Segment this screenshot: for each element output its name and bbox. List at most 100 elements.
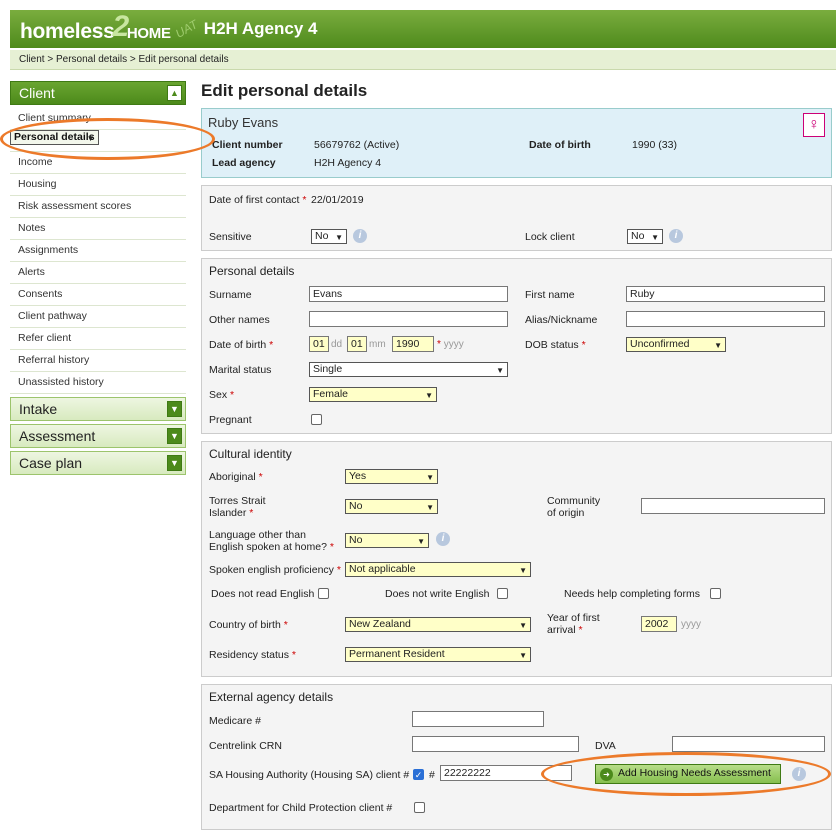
external-agency-heading: External agency details: [209, 690, 334, 704]
other-names-label: Other names: [209, 314, 270, 326]
lock-client-label: Lock client: [525, 231, 575, 243]
hash-label: #: [429, 769, 435, 781]
sidebar-section-intake[interactable]: Intake ▼: [10, 397, 186, 421]
needs-help-label: Needs help completing forms: [564, 588, 700, 600]
sidebar-item-housing[interactable]: Housing: [10, 174, 186, 196]
client-name: Ruby Evans: [208, 115, 279, 130]
proficiency-label: Spoken english proficiency *: [209, 564, 341, 576]
uat-badge: UAT: [172, 17, 200, 41]
sidebar-section-client[interactable]: Client ▲: [10, 81, 186, 105]
country-of-birth-label: Country of birth *: [209, 619, 288, 631]
expand-icon[interactable]: ▼: [167, 455, 182, 471]
torres-strait-select[interactable]: No: [345, 499, 438, 514]
sidebar-item-consents[interactable]: Consents: [10, 284, 186, 306]
dva-input[interactable]: [672, 736, 825, 752]
sidebar-item-notes[interactable]: Notes: [10, 218, 186, 240]
not-read-english-checkbox[interactable]: [318, 588, 329, 599]
sex-select[interactable]: Female: [309, 387, 437, 402]
sidebar: Client▲ Client summaryPersonal details Co…: [10, 81, 186, 478]
lead-agency-label: Lead agency: [212, 157, 276, 169]
pregnant-checkbox[interactable]: [311, 414, 322, 425]
agency-name: H2H Agency 4: [203, 19, 318, 38]
sensitive-label: Sensitive: [209, 231, 252, 243]
language-select[interactable]: No: [345, 533, 429, 548]
torres-strait-label: Torres Strait Islander *: [209, 495, 266, 519]
sex-label: Sex *: [209, 389, 235, 401]
yyyy-hint: * yyyy: [437, 339, 464, 350]
personal-details-panel: Personal details Surname Evans First nam…: [201, 258, 832, 434]
alias-label: Alias/Nickname: [525, 314, 598, 326]
info-icon[interactable]: i: [353, 229, 367, 243]
dob-month-input[interactable]: 01: [347, 336, 367, 352]
sidebar-section-case-plan[interactable]: Case plan ▼: [10, 451, 186, 475]
child-protection-checkbox[interactable]: [414, 802, 425, 813]
marital-status-select[interactable]: Single: [309, 362, 508, 377]
client-summary-panel: Ruby Evans Client number 56679762 (Activ…: [201, 108, 832, 178]
sa-housing-number-input[interactable]: 22222222: [440, 765, 572, 781]
dob-status-label: DOB status *: [525, 339, 586, 351]
country-of-birth-select[interactable]: New Zealand: [345, 617, 531, 632]
sa-housing-label: SA Housing Authority (Housing SA) client…: [209, 769, 410, 781]
medicare-label: Medicare #: [209, 715, 261, 727]
first-contact-panel: Date of first contact * 22/01/2019 Sensi…: [201, 185, 832, 251]
expand-icon[interactable]: ▼: [167, 401, 182, 417]
other-names-input[interactable]: [309, 311, 508, 327]
dob-summary: 1990 (33): [632, 139, 677, 151]
page-title: Edit personal details: [201, 81, 368, 100]
surname-label: Surname: [209, 289, 252, 301]
collapse-icon[interactable]: ▲: [167, 85, 182, 101]
not-write-english-checkbox[interactable]: [497, 588, 508, 599]
language-label: Language other than English spoken at hom…: [209, 529, 334, 553]
dob-label: Date of birth *: [209, 339, 274, 351]
personal-details-heading: Personal details: [209, 264, 295, 278]
year-of-arrival-input[interactable]: 2002: [641, 616, 677, 632]
aboriginal-label: Aboriginal *: [209, 471, 263, 483]
sidebar-item-assignments[interactable]: Assignments: [10, 240, 186, 262]
first-contact-value: 22/01/2019: [311, 194, 364, 206]
aboriginal-select[interactable]: Yes: [345, 469, 438, 484]
lock-client-select[interactable]: No: [627, 229, 663, 244]
app-logo[interactable]: homeless2HOME: [20, 10, 171, 46]
sidebar-item-client-pathway[interactable]: Client pathway: [10, 306, 186, 328]
add-icon: ➜: [600, 768, 613, 781]
sidebar-item-client-summary[interactable]: Client summary: [10, 108, 186, 130]
dob-day-input[interactable]: 01: [309, 336, 329, 352]
centrelink-label: Centrelink CRN: [209, 740, 282, 752]
sidebar-item-unassisted-history[interactable]: Unassisted history: [10, 372, 186, 394]
main-content: Edit personal details Ruby Evans Client …: [201, 81, 832, 830]
sidebar-item-income[interactable]: Income: [10, 152, 186, 174]
marital-status-label: Marital status: [209, 364, 272, 376]
community-of-origin-label: Community of origin: [547, 495, 601, 519]
arrival-yyyy-hint: yyyy: [681, 619, 701, 630]
add-housing-needs-assessment-button[interactable]: ➜ Add Housing Needs Assessment: [595, 764, 781, 784]
dob-status-select[interactable]: Unconfirmed: [626, 337, 726, 352]
needs-help-checkbox[interactable]: [710, 588, 721, 599]
info-icon[interactable]: i: [792, 767, 806, 781]
sidebar-item-referral-history[interactable]: Referral history: [10, 350, 186, 372]
pregnant-label: Pregnant: [209, 414, 252, 426]
proficiency-select[interactable]: Not applicable: [345, 562, 531, 577]
residency-status-select[interactable]: Permanent Resident: [345, 647, 531, 662]
sensitive-select[interactable]: No: [311, 229, 347, 244]
sidebar-item-personal-details[interactable]: Personal details: [10, 130, 99, 145]
sidebar-section-assessment[interactable]: Assessment ▼: [10, 424, 186, 448]
residency-status-label: Residency status *: [209, 649, 296, 661]
community-of-origin-input[interactable]: [641, 498, 825, 514]
surname-input[interactable]: Evans: [309, 286, 508, 302]
not-read-english-label: Does not read English: [211, 588, 315, 600]
sidebar-item-refer-client[interactable]: Refer client: [10, 328, 186, 350]
sa-housing-checkbox[interactable]: ✓: [413, 769, 424, 780]
client-number: 56679762 (Active): [314, 139, 400, 151]
centrelink-input[interactable]: [412, 736, 579, 752]
alias-input[interactable]: [626, 311, 825, 327]
info-icon[interactable]: i: [436, 532, 450, 546]
dva-label: DVA: [595, 740, 616, 752]
first-name-input[interactable]: Ruby: [626, 286, 825, 302]
medicare-input[interactable]: [412, 711, 544, 727]
sidebar-item-alerts[interactable]: Alerts: [10, 262, 186, 284]
dob-year-input[interactable]: 1990: [392, 336, 434, 352]
sidebar-item-risk-assessment-scores[interactable]: Risk assessment scores: [10, 196, 186, 218]
expand-icon[interactable]: ▼: [167, 428, 182, 444]
cultural-identity-heading: Cultural identity: [209, 447, 292, 461]
info-icon[interactable]: i: [669, 229, 683, 243]
